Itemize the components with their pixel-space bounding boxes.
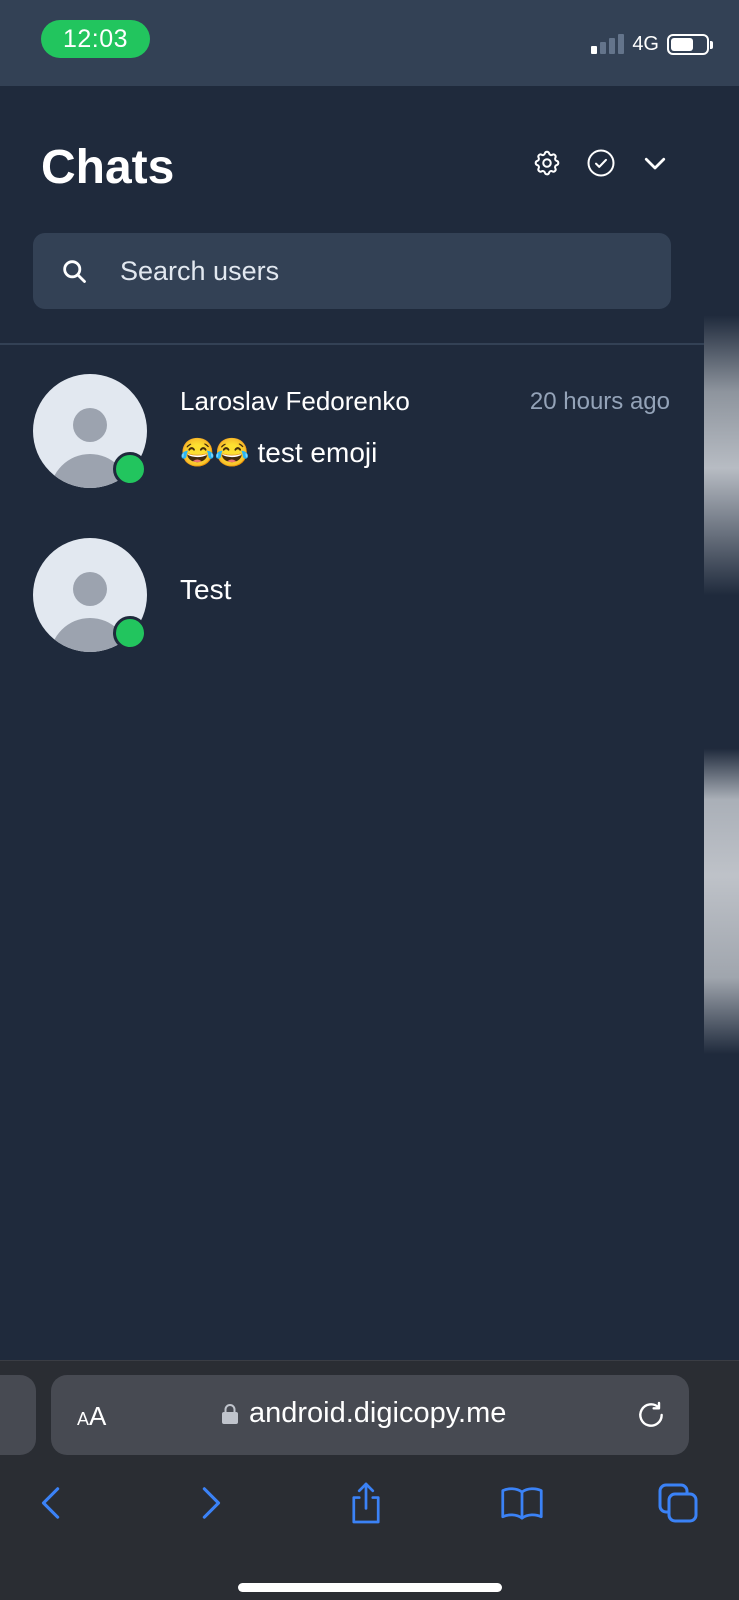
url-text: android.digicopy.me xyxy=(249,1397,507,1429)
status-time: 12:03 xyxy=(41,20,150,58)
chevron-down-icon[interactable] xyxy=(638,146,672,180)
chat-app: Chats Search users Laroslav Fedorenko 20… xyxy=(0,86,704,1360)
gear-icon[interactable] xyxy=(530,146,564,180)
browser-nav-toolbar xyxy=(0,1479,739,1539)
lock-icon xyxy=(222,1403,238,1424)
previous-tab-preview[interactable] xyxy=(0,1375,36,1455)
online-status-indicator xyxy=(113,452,147,486)
chat-timestamp: 20 hours ago xyxy=(529,388,670,415)
network-type: 4G xyxy=(632,32,659,55)
share-icon[interactable] xyxy=(342,1479,390,1527)
check-circle-icon[interactable] xyxy=(584,146,618,180)
divider xyxy=(0,343,704,345)
reload-icon[interactable] xyxy=(635,1399,667,1431)
chat-list-item[interactable]: Laroslav Fedorenko 20 hours ago 😂😂 test … xyxy=(0,374,704,514)
signal-icon xyxy=(591,34,625,54)
search-input[interactable] xyxy=(118,254,638,288)
page-title: Chats xyxy=(41,141,175,194)
search-icon xyxy=(63,260,86,283)
status-bar: 12:03 4G xyxy=(0,0,739,86)
battery-icon xyxy=(667,33,713,55)
search-bar xyxy=(33,233,671,309)
home-indicator[interactable] xyxy=(238,1583,502,1592)
background-page-edge xyxy=(704,86,739,1360)
online-status-indicator xyxy=(113,616,147,650)
tabs-icon[interactable] xyxy=(654,1479,702,1527)
bookmarks-icon[interactable] xyxy=(498,1479,546,1527)
status-indicators: 4G xyxy=(591,32,713,56)
url-display[interactable]: android.digicopy.me xyxy=(221,1397,506,1430)
forward-icon[interactable] xyxy=(186,1479,234,1527)
back-icon[interactable] xyxy=(28,1479,76,1527)
chat-contact-name: Laroslav Fedorenko xyxy=(180,386,410,416)
browser-toolbar: AA android.digicopy.me xyxy=(0,1360,739,1600)
chat-list-item[interactable]: Test xyxy=(0,538,704,678)
address-bar[interactable]: AA android.digicopy.me xyxy=(51,1375,689,1455)
text-size-button[interactable]: AA xyxy=(77,1401,106,1432)
battery-level xyxy=(671,37,693,51)
chat-last-message: 😂😂 test emoji xyxy=(180,437,378,468)
chat-contact-name: Test xyxy=(180,574,232,605)
header-actions xyxy=(530,146,672,180)
